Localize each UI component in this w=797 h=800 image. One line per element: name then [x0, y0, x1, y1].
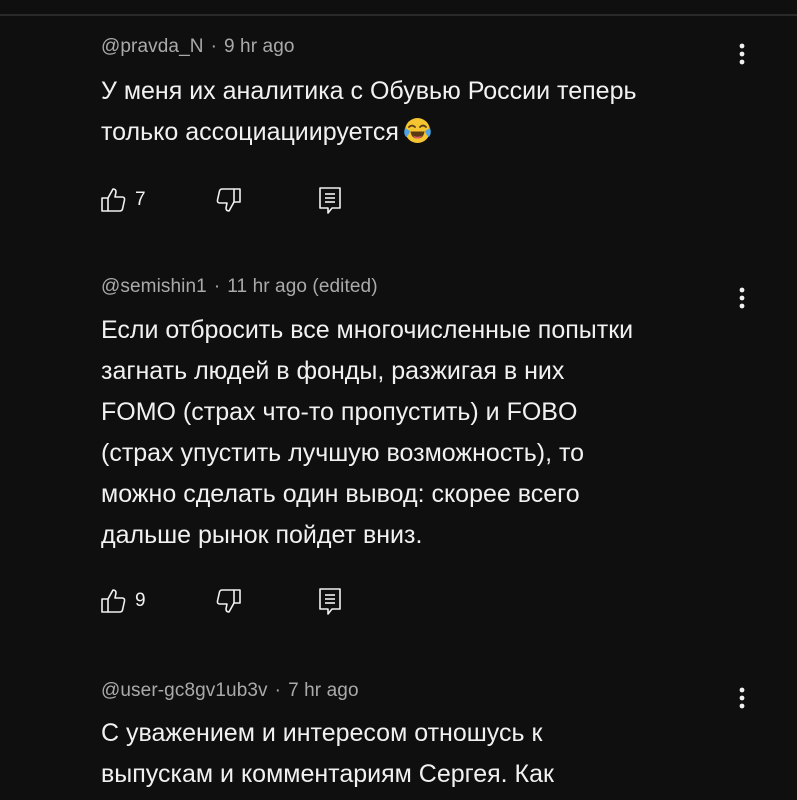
like-button[interactable]: 9	[99, 584, 146, 618]
dislike-button[interactable]	[213, 183, 243, 217]
comment-text-content: Если отбросить все многочисленные попытк…	[101, 316, 634, 549]
comment-meta: @semishin1 · 11 hr ago (edited)	[101, 276, 378, 298]
reply-button[interactable]	[316, 584, 344, 618]
comment-author[interactable]: @semishin1	[101, 276, 207, 297]
top-divider	[0, 14, 797, 16]
comment-time[interactable]: 9 hr ago	[224, 36, 295, 57]
face-with-tears-of-joy-icon	[403, 116, 432, 145]
comment-actions: 7	[99, 183, 359, 217]
meta-separator: ·	[210, 36, 218, 57]
more-vertical-icon	[739, 287, 745, 309]
comment-menu-button[interactable]	[733, 283, 751, 313]
dislike-button[interactable]	[213, 584, 243, 618]
comment-time[interactable]: 11 hr ago (edited)	[227, 276, 377, 297]
comment-time[interactable]: 7 hr ago	[288, 680, 359, 701]
comment-author[interactable]: @pravda_N	[101, 36, 204, 57]
thumbs-up-icon	[99, 586, 129, 616]
thumbs-up-icon	[99, 185, 129, 215]
comment-menu-button[interactable]	[733, 683, 751, 713]
meta-separator: ·	[213, 276, 221, 297]
thumbs-down-icon	[213, 185, 243, 215]
reply-icon	[316, 185, 344, 215]
comment-text: У меня их аналитика с Обувью России тепе…	[101, 71, 751, 153]
comment-meta: @pravda_N · 9 hr ago	[101, 36, 295, 58]
meta-separator: ·	[274, 680, 282, 701]
more-vertical-icon	[739, 43, 745, 65]
reply-icon	[316, 586, 344, 616]
comment-text: С уважением и интересом отношусь к выпус…	[101, 713, 751, 795]
comment-text: Если отбросить все многочисленные попытк…	[101, 310, 751, 556]
comment-actions: 9	[99, 584, 359, 618]
like-count: 7	[135, 189, 146, 210]
comment-text-content: С уважением и интересом отношусь к выпус…	[101, 719, 554, 788]
reply-button[interactable]	[316, 183, 344, 217]
like-button[interactable]: 7	[99, 183, 146, 217]
more-vertical-icon	[739, 687, 745, 709]
comment-text-content: У меня их аналитика с Обувью России тепе…	[101, 77, 637, 146]
like-count: 9	[135, 590, 146, 611]
comment-author[interactable]: @user-gc8gv1ub3v	[101, 680, 268, 701]
thumbs-down-icon	[213, 586, 243, 616]
comment-menu-button[interactable]	[733, 39, 751, 69]
comment-meta: @user-gc8gv1ub3v · 7 hr ago	[101, 680, 359, 702]
